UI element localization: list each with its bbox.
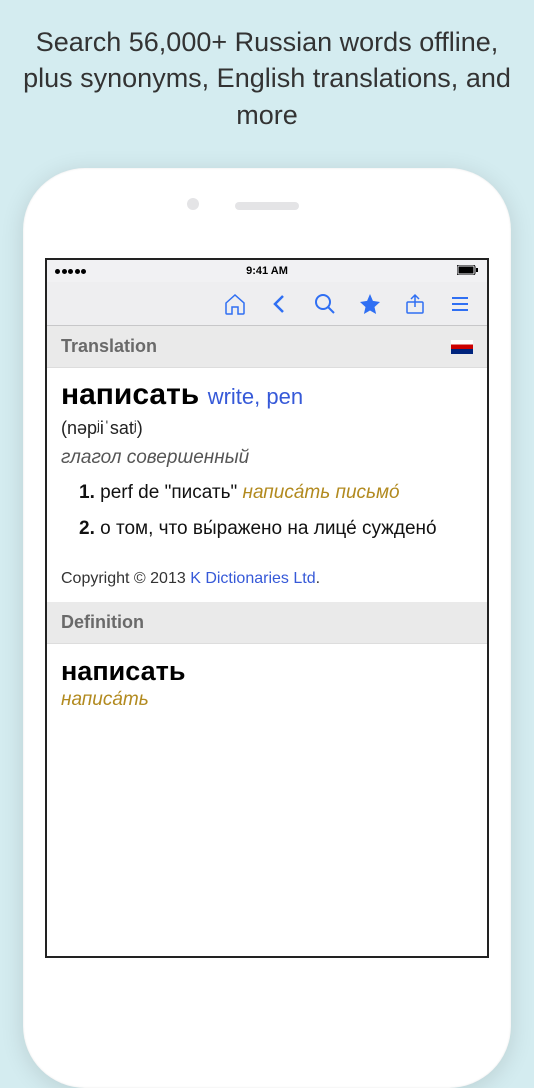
status-time: 9:41 AM	[246, 265, 288, 277]
def-example: написа́ть письмо́	[243, 482, 400, 503]
def-text: о том, что вы́ражено на лице́ суждено́	[100, 518, 436, 539]
star-icon	[358, 292, 382, 316]
phone-frame: 9:41 AM	[23, 168, 511, 1088]
copyright-link[interactable]: K Dictionaries Ltd	[190, 570, 315, 587]
uk-flag-icon	[451, 340, 473, 354]
def-num: 1.	[79, 482, 95, 503]
promo-heading: Search 56,000+ Russian words offline, pl…	[0, 0, 534, 149]
share-icon	[403, 292, 427, 316]
toolbar	[47, 282, 487, 326]
home-icon	[223, 292, 247, 316]
battery-icon	[457, 265, 479, 278]
definition-item: 2. о том, что вы́ражено на лице́ суждено…	[79, 515, 473, 543]
screen: 9:41 AM	[45, 258, 489, 958]
menu-button[interactable]	[439, 282, 481, 326]
menu-icon	[448, 292, 472, 316]
translation-entry: написать write, pen (nəpʲiˈsatʲ) глагол …	[47, 368, 487, 564]
def-text: perf de "писать"	[100, 482, 237, 503]
translation-label: Translation	[61, 336, 157, 357]
definition-headword: написать	[47, 644, 487, 689]
definition-item: 1. perf de "писать" написа́ть письмо́	[79, 479, 473, 507]
part-of-speech: глагол совершенный	[61, 447, 473, 469]
search-button[interactable]	[304, 282, 346, 326]
home-button[interactable]	[214, 282, 256, 326]
definition-sub: написа́ть	[47, 689, 487, 723]
content-area: Translation написать write, pen (nəpʲiˈs…	[47, 326, 487, 956]
share-button[interactable]	[394, 282, 436, 326]
headword: написать	[61, 378, 199, 411]
search-icon	[313, 292, 337, 316]
back-button[interactable]	[259, 282, 301, 326]
favorite-button[interactable]	[349, 282, 391, 326]
chevron-left-icon	[268, 292, 292, 316]
inline-translation[interactable]: write, pen	[208, 384, 303, 409]
copyright-line: Copyright © 2013 K Dictionaries Ltd.	[47, 564, 487, 602]
translation-section-header: Translation	[47, 326, 487, 368]
pronunciation: (nəpʲiˈsatʲ)	[61, 418, 473, 439]
signal-icon	[55, 269, 86, 274]
definitions-list: 1. perf de "писать" написа́ть письмо́ 2.…	[61, 479, 473, 542]
status-left	[55, 269, 86, 274]
def-num: 2.	[79, 518, 95, 539]
status-bar: 9:41 AM	[47, 260, 487, 282]
copyright-suffix: .	[316, 570, 320, 587]
copyright-prefix: Copyright © 2013	[61, 570, 190, 587]
definition-section-header: Definition	[47, 602, 487, 644]
definition-label: Definition	[61, 612, 144, 633]
